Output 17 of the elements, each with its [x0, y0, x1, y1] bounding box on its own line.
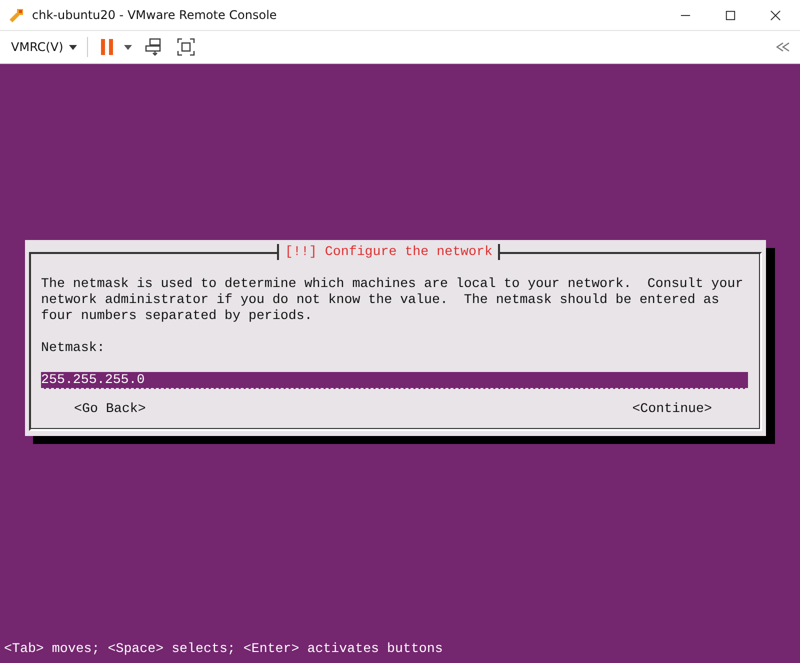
collapse-icon[interactable]	[776, 42, 790, 52]
continue-button[interactable]: <Continue>	[632, 401, 712, 417]
netmask-input-field[interactable]: 255.255.255.0	[41, 372, 748, 389]
go-back-button[interactable]: <Go Back>	[74, 401, 146, 417]
status-line: <Tab> moves; <Space> selects; <Enter> activates buttons	[4, 641, 443, 656]
maximize-icon[interactable]	[725, 10, 736, 20]
dialog-title: [!!] Configure the network	[277, 244, 500, 260]
fullscreen-icon[interactable]	[176, 37, 196, 57]
message-text: The netmask is used to determine which machines are local to your network. Consult your network administrator if you do not know the value. The netmask should be entered as four numbers separated by periods.	[41, 276, 744, 324]
window-title: chk-ubuntu20 - VMware Remote Console	[32, 8, 277, 22]
caret-icon[interactable]	[124, 44, 132, 50]
close-icon[interactable]	[770, 10, 781, 20]
pause-icon[interactable]	[100, 38, 114, 56]
field-label: Netmask:	[41, 340, 106, 356]
caret-icon[interactable]	[69, 44, 78, 50]
vmrc-menu-button[interactable]: VMRC(V)	[11, 40, 64, 54]
app-logo-icon	[9, 7, 25, 23]
